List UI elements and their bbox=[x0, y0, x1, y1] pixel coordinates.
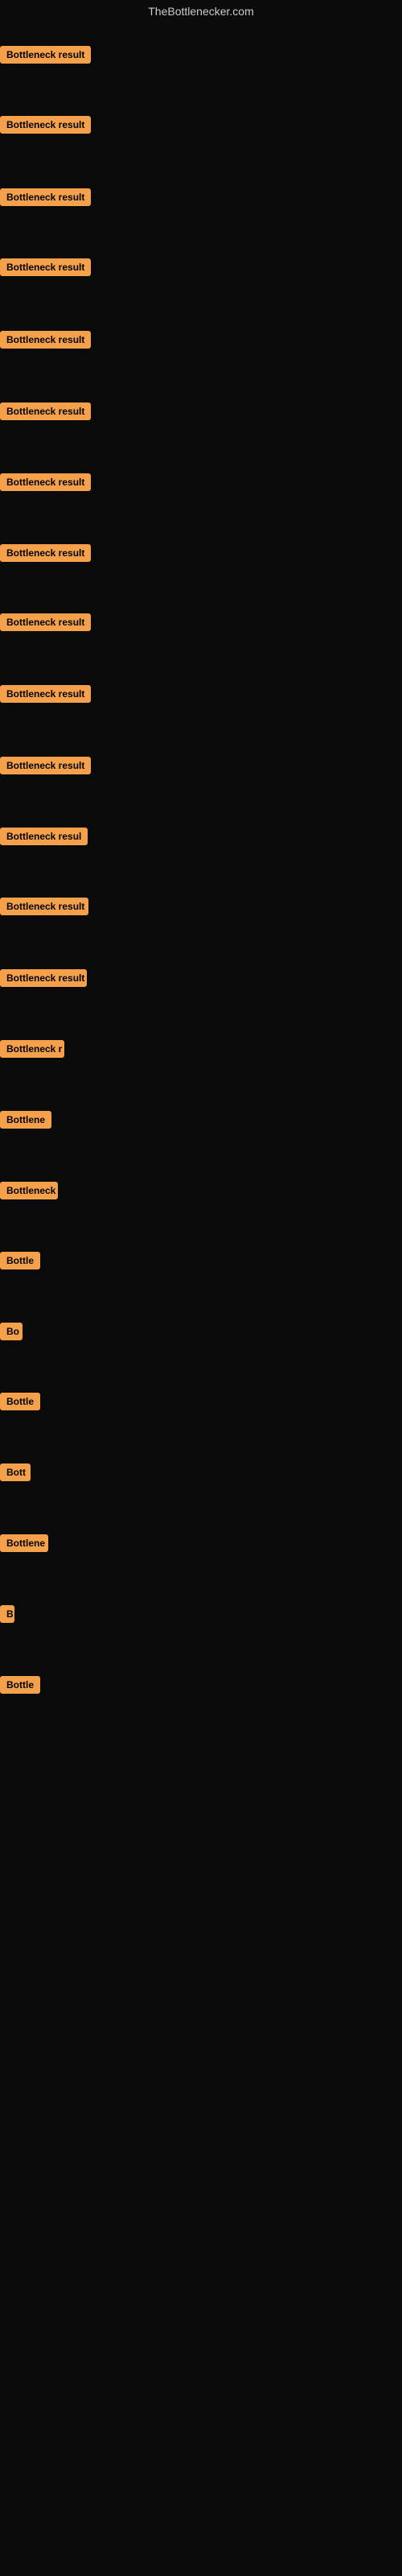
bottleneck-badge-8[interactable]: Bottleneck result bbox=[0, 544, 91, 566]
bottleneck-label: Bo bbox=[0, 1323, 23, 1340]
site-title: TheBottlenecker.com bbox=[0, 0, 402, 23]
bottleneck-badge-13[interactable]: Bottleneck result bbox=[0, 898, 88, 919]
bottleneck-badge-16[interactable]: Bottlene bbox=[0, 1111, 51, 1133]
bottleneck-badge-1[interactable]: Bottleneck result bbox=[0, 46, 91, 68]
bottleneck-badge-2[interactable]: Bottleneck result bbox=[0, 116, 91, 138]
bottleneck-label: Bottleneck result bbox=[0, 898, 88, 915]
bottleneck-badge-4[interactable]: Bottleneck result bbox=[0, 258, 91, 280]
bottleneck-label: Bottleneck result bbox=[0, 473, 91, 491]
bottleneck-badge-24[interactable]: Bottle bbox=[0, 1676, 40, 1698]
bottleneck-badge-15[interactable]: Bottleneck r bbox=[0, 1040, 64, 1062]
bottleneck-label: Bottle bbox=[0, 1393, 40, 1410]
bottleneck-badge-23[interactable]: B bbox=[0, 1605, 14, 1627]
bottleneck-label: Bottleneck r bbox=[0, 1040, 64, 1058]
bottleneck-badge-19[interactable]: Bo bbox=[0, 1323, 23, 1344]
bottleneck-label: Bottleneck result bbox=[0, 116, 91, 134]
bottleneck-label: Bott bbox=[0, 1463, 31, 1481]
bottleneck-label: Bottleneck result bbox=[0, 685, 91, 703]
bottleneck-label: Bottleneck result bbox=[0, 613, 91, 631]
bottleneck-label: Bottlene bbox=[0, 1534, 48, 1552]
bottleneck-badge-10[interactable]: Bottleneck result bbox=[0, 685, 91, 707]
bottleneck-label: Bottleneck resul bbox=[0, 828, 88, 845]
bottleneck-label: Bottleneck result bbox=[0, 544, 91, 562]
bottleneck-label: Bottleneck result bbox=[0, 46, 91, 64]
bottleneck-badge-9[interactable]: Bottleneck result bbox=[0, 613, 91, 635]
bottleneck-badge-3[interactable]: Bottleneck result bbox=[0, 188, 91, 210]
bottleneck-badge-6[interactable]: Bottleneck result bbox=[0, 402, 91, 424]
bottleneck-badge-14[interactable]: Bottleneck result bbox=[0, 969, 87, 991]
bottleneck-badge-22[interactable]: Bottlene bbox=[0, 1534, 48, 1556]
bottleneck-badge-11[interactable]: Bottleneck result bbox=[0, 757, 91, 778]
bottleneck-label: Bottleneck bbox=[0, 1182, 58, 1199]
bottleneck-label: Bottle bbox=[0, 1676, 40, 1694]
bottleneck-badge-5[interactable]: Bottleneck result bbox=[0, 331, 91, 353]
bottleneck-label: Bottleneck result bbox=[0, 402, 91, 420]
bottleneck-label: Bottle bbox=[0, 1252, 40, 1269]
bottleneck-label: Bottleneck result bbox=[0, 188, 91, 206]
bottleneck-badge-21[interactable]: Bott bbox=[0, 1463, 31, 1485]
bottleneck-label: Bottleneck result bbox=[0, 258, 91, 276]
bottleneck-label: B bbox=[0, 1605, 14, 1623]
bottleneck-label: Bottleneck result bbox=[0, 757, 91, 774]
bottleneck-badge-20[interactable]: Bottle bbox=[0, 1393, 40, 1414]
bottleneck-badge-17[interactable]: Bottleneck bbox=[0, 1182, 58, 1203]
bottleneck-badge-12[interactable]: Bottleneck resul bbox=[0, 828, 88, 849]
bottleneck-label: Bottleneck result bbox=[0, 331, 91, 349]
bottleneck-label: Bottlene bbox=[0, 1111, 51, 1129]
bottleneck-label: Bottleneck result bbox=[0, 969, 87, 987]
bottleneck-badge-7[interactable]: Bottleneck result bbox=[0, 473, 91, 495]
bottleneck-badge-18[interactable]: Bottle bbox=[0, 1252, 40, 1274]
